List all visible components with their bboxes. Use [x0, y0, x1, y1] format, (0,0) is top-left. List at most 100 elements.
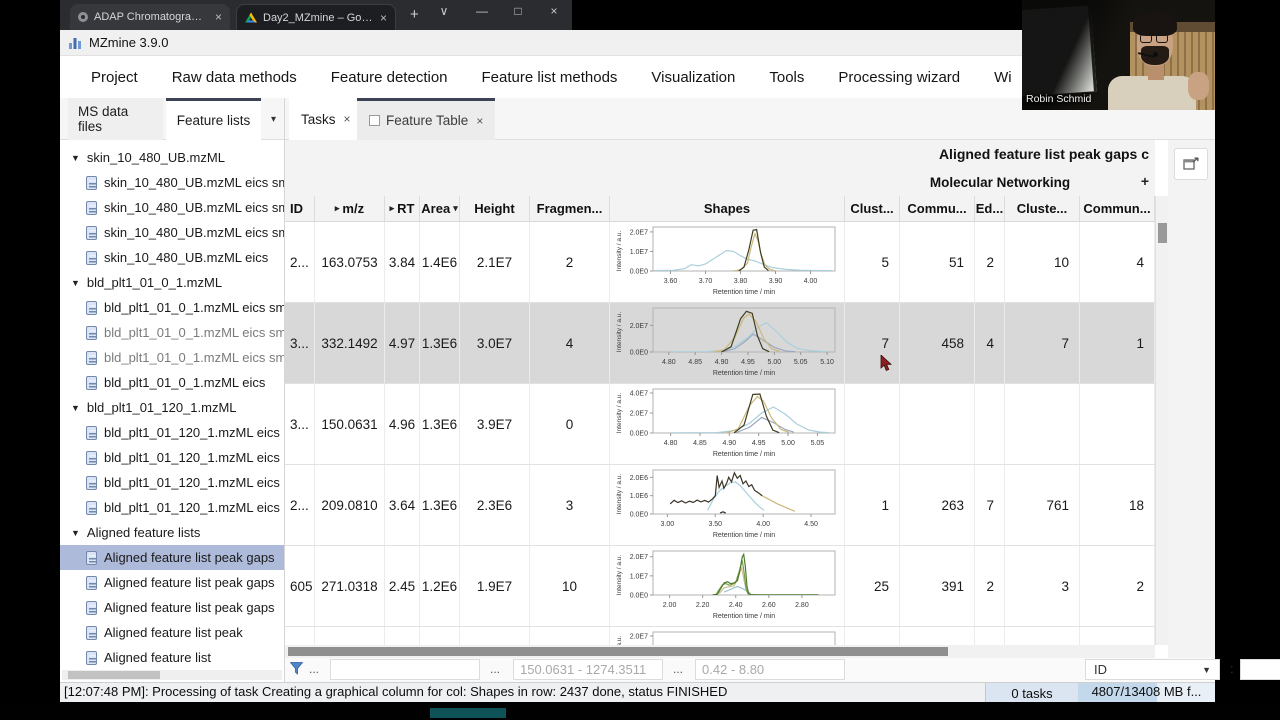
table-horizontal-scrollbar[interactable] — [285, 645, 1155, 658]
combo-arrow-icon: ▼ — [1202, 664, 1211, 675]
menu-item-visualization[interactable]: Visualization — [634, 69, 752, 86]
menu-item-processing-wizard[interactable]: Processing wizard — [821, 69, 977, 86]
chromatogram-plot[interactable]: Intensity / a.u. 0.0E0 2.0E7 4.0E7 4.80 4.85 4… — [613, 386, 841, 462]
chromatogram-plot[interactable]: Intensity / a.u. 0.0E0 1.0E7 2.0E7 3.60 3.70 3… — [613, 224, 841, 300]
collapse-triangle-icon[interactable]: ▼ — [71, 278, 80, 288]
tree-item[interactable]: skin_10_480_UB.mzML eics sm — [60, 220, 284, 245]
collapse-triangle-icon[interactable]: ▼ — [71, 403, 80, 413]
tree-group[interactable]: ▼ bld_plt1_01_0_1.mzML — [60, 270, 284, 295]
column-header-mz[interactable]: ▸ m/z — [315, 196, 385, 221]
tree-item[interactable]: bld_plt1_01_120_1.mzML eics s — [60, 445, 284, 470]
tab-feature-table[interactable]: Feature Table × — [357, 98, 496, 140]
tab-feature-lists[interactable]: Feature lists — [166, 98, 261, 140]
column-header-ed[interactable]: Ed... — [975, 196, 1005, 221]
tree-group[interactable]: ▼ skin_10_480_UB.mzML — [60, 145, 284, 170]
tree-item[interactable]: bld_plt1_01_0_1.mzML eics — [60, 370, 284, 395]
column-header-commu[interactable]: Commu... — [900, 196, 975, 221]
plot-frame — [652, 469, 836, 515]
tab-close-icon[interactable]: × — [344, 112, 351, 126]
minimize-button[interactable]: — — [468, 4, 496, 18]
tab-overflow-icon[interactable]: ▾ — [271, 114, 276, 125]
collapse-triangle-icon[interactable]: ▼ — [71, 528, 80, 538]
chromatogram-plot[interactable]: Intensity / a.u. 0.0E0 2.0E7 4.80 4.85 4.90 4.… — [613, 305, 841, 381]
tree-item[interactable]: Aligned feature list — [60, 645, 284, 668]
tree-group[interactable]: ▼ bld_plt1_01_120_1.mzML — [60, 395, 284, 420]
tab-checkbox[interactable] — [369, 115, 380, 126]
tree-item[interactable]: Aligned feature list peak gaps — [60, 595, 284, 620]
tab-ms-data-files[interactable]: MS data files — [68, 98, 163, 140]
menu-item-tools[interactable]: Tools — [752, 69, 821, 86]
tree-item[interactable]: Aligned feature list peak gaps — [60, 545, 284, 570]
tree-item[interactable]: bld_plt1_01_0_1.mzML eics sm — [60, 295, 284, 320]
menu-item-wi[interactable]: Wi — [977, 69, 1029, 86]
menu-item-feature-list-methods[interactable]: Feature list methods — [465, 69, 635, 86]
table-row[interactable]: 2... 209.0810 3.64 1.3E6 2.3E6 3 Intensity / a… — [285, 465, 1155, 546]
browser-tab-drive[interactable]: Day2_MZmine – Google Dr × — [236, 4, 396, 30]
column-header-height[interactable]: Height — [460, 196, 530, 221]
tree-item[interactable]: skin_10_480_UB.mzML eics sm — [60, 170, 284, 195]
tree-item[interactable]: bld_plt1_01_0_1.mzML eics sm — [60, 320, 284, 345]
tree-item[interactable]: Aligned feature list peak gaps — [60, 570, 284, 595]
tree-item[interactable]: bld_plt1_01_0_1.mzML eics sm — [60, 345, 284, 370]
table-row[interactable]: 3... 332.1492 4.97 1.3E6 3.0E7 4 Intensity / a… — [285, 303, 1155, 384]
tab-tasks[interactable]: Tasks × — [289, 98, 363, 140]
column-header-cluste[interactable]: Cluste... — [1005, 196, 1080, 221]
menu-item-feature-detection[interactable]: Feature detection — [314, 69, 465, 86]
tree-item[interactable]: bld_plt1_01_120_1.mzML eics s — [60, 470, 284, 495]
collapse-triangle-icon[interactable]: ▼ — [71, 153, 80, 163]
chromatogram-plot[interactable]: Intensity / a.u. 0.0E0 1.0E7 2.0E7 2.00 2.20 2… — [613, 548, 841, 624]
new-tab-button[interactable]: + — [410, 6, 419, 23]
column-header-fragments[interactable]: Fragmen... — [530, 196, 610, 221]
group-header-molecular-networking[interactable]: Molecular Networking — [845, 168, 1155, 196]
column-header-shapes[interactable]: Shapes — [610, 196, 845, 221]
column-header-rt[interactable]: ▸ RT — [385, 196, 420, 221]
tree-horizontal-scrollbar[interactable] — [62, 670, 282, 680]
tab-close-icon[interactable]: × — [380, 11, 387, 25]
scrollbar-thumb[interactable] — [1158, 223, 1167, 243]
chromatogram-plot[interactable]: Intensity / a.u. 0.0E0 1.0E6 2.0E6 3.00 3.50 4… — [613, 467, 841, 543]
add-column-button[interactable]: + — [1141, 173, 1149, 189]
table-vertical-scrollbar[interactable] — [1155, 196, 1168, 645]
filter-funnel-icon[interactable] — [290, 662, 303, 675]
cell-height — [460, 627, 530, 645]
chart-text: 2.20 — [696, 602, 710, 609]
tree-item[interactable]: skin_10_480_UB.mzML eics — [60, 245, 284, 270]
column-header-clust[interactable]: Clust... — [845, 196, 900, 221]
tree-item[interactable]: bld_plt1_01_120_1.mzML eics — [60, 495, 284, 520]
chart-text: 2.0E7 — [630, 229, 648, 236]
expand-arrow-icon[interactable]: ▸ — [335, 203, 340, 214]
tree-item[interactable]: Aligned feature list peak — [60, 620, 284, 645]
filter-input-value[interactable] — [1240, 659, 1280, 680]
tasks-indicator[interactable]: 0 tasks — [985, 683, 1078, 703]
expand-arrow-icon[interactable]: ▸ — [390, 203, 395, 214]
browser-menu-chevron-icon[interactable]: ∨ — [430, 4, 458, 18]
open-in-window-button[interactable] — [1174, 148, 1208, 180]
tree-group[interactable]: ▼ Aligned feature lists — [60, 520, 284, 545]
chromatogram-plot[interactable]: Intensity / a.u. 2.0E7 — [613, 629, 841, 645]
scrollbar-thumb[interactable] — [68, 671, 160, 679]
tab-close-icon[interactable]: × — [215, 10, 222, 24]
column-header-commun[interactable]: Commun... — [1080, 196, 1155, 221]
scrollbar-thumb[interactable] — [288, 647, 948, 656]
table-row[interactable]: Intensity / a.u. 2.0E7 — [285, 627, 1155, 645]
table-row[interactable]: 3... 150.0631 4.96 1.3E6 3.9E7 0 Intensity / a… — [285, 384, 1155, 465]
filter-column-combo[interactable]: ID ▼ — [1085, 659, 1220, 680]
filter-input-mz-range[interactable] — [513, 659, 663, 680]
filter-input-rt-range[interactable] — [695, 659, 845, 680]
menu-item-project[interactable]: Project — [74, 69, 155, 86]
menu-item-raw-data-methods[interactable]: Raw data methods — [155, 69, 314, 86]
maximize-button[interactable]: □ — [504, 4, 532, 18]
memory-indicator[interactable]: 4807/13408 MB f... — [1078, 683, 1215, 703]
filter-input-id[interactable] — [330, 659, 480, 680]
tab-close-icon[interactable]: × — [476, 114, 483, 128]
tree-item[interactable]: skin_10_480_UB.mzML eics sm — [60, 195, 284, 220]
cell-cluste: 7 — [1005, 303, 1080, 383]
column-header-id[interactable]: ID — [285, 196, 315, 221]
column-header-area[interactable]: Area ▾ — [420, 196, 460, 221]
browser-tab-adap[interactable]: ADAP Chromatogram build × — [70, 4, 230, 30]
tree-item[interactable]: bld_plt1_01_120_1.mzML eics s — [60, 420, 284, 445]
table-row[interactable]: 605 271.0318 2.45 1.2E6 1.9E7 10 Intensity / a… — [285, 546, 1155, 627]
browser-tab-title: ADAP Chromatogram build — [94, 11, 209, 23]
table-row[interactable]: 2... 163.0753 3.84 1.4E6 2.1E7 2 Intensity / a… — [285, 222, 1155, 303]
close-button[interactable]: × — [540, 4, 568, 18]
